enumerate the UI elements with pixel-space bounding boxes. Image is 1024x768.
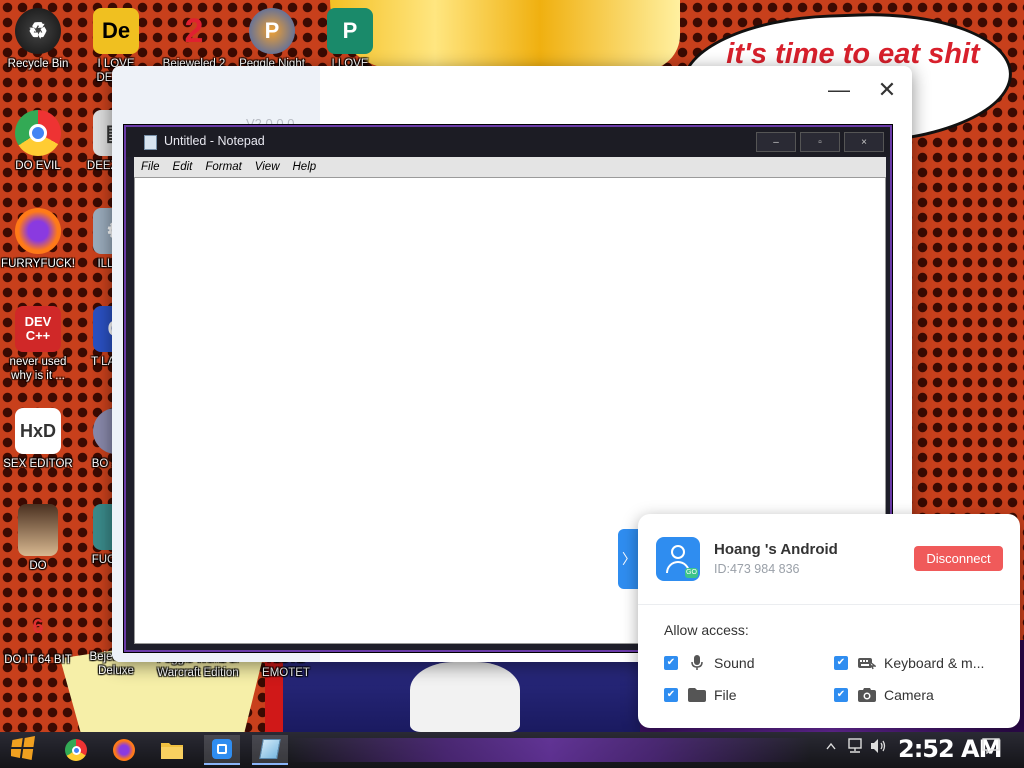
folder-icon [161,743,183,759]
desktop-icon-recycle-bin[interactable]: ♻ Recycle Bin [0,8,76,71]
start-button[interactable] [8,736,40,764]
show-hidden-icons-button[interactable] [826,738,836,753]
notepad-title: Untitled - Notepad [164,134,265,148]
notepad-icon [259,739,281,759]
permission-keyboard[interactable]: ✔ Keyboard & m... [834,655,984,671]
checkbox-camera[interactable]: ✔ [834,688,848,702]
volume-button[interactable] [870,738,888,757]
device-badge: GO [685,568,698,578]
taskbar: 2:52 AM [0,732,1024,768]
desktop-icon-hxd[interactable]: HxD SEX EDITOR [0,408,76,471]
app-minimize-button[interactable]: — [824,77,854,102]
permission-label: Sound [714,655,755,671]
desktop-icon-bejeweled2[interactable]: 2 Bejeweled 2 [156,8,232,71]
notepad-menubar: File Edit Format View Help [134,157,886,177]
notepad-minimize-button[interactable]: – [756,132,796,152]
chevron-up-icon [826,742,836,750]
notification-icon [982,738,1000,755]
desktop-icon-portrait[interactable]: DO [0,504,76,573]
permission-label: File [714,687,737,703]
taskbar-decoration [290,738,810,762]
avatar: GO [656,537,700,581]
checkbox-sound[interactable]: ✔ [664,656,678,670]
desktop-icon-64bit[interactable]: 6 DO IT 64 BIT [0,604,76,667]
speaker-icon [871,739,886,753]
allow-access-label: Allow access: [664,622,749,638]
desktop-icon-chrome[interactable]: DO EVIL [0,110,76,173]
keyboard-icon [858,655,876,671]
chrome-icon [65,739,87,761]
permission-label: Camera [884,687,934,703]
taskbar-notepad[interactable] [252,735,288,765]
menu-help[interactable]: Help [293,157,317,177]
taskbar-file-explorer[interactable] [154,735,190,765]
avatar-head [671,545,685,559]
bejeweled2-icon: 2 [184,11,204,50]
notepad-close-button[interactable]: × [844,132,884,152]
taskbar-chrome[interactable] [58,735,94,765]
start-icon [10,736,35,760]
devcpp-icon: DEV C++ [15,306,61,352]
notepad-maximize-button[interactable]: ▫ [800,132,840,152]
camera-icon [858,687,876,703]
checkbox-file[interactable]: ✔ [664,688,678,702]
panel-collapse-tab[interactable]: 〉 [618,529,640,589]
microphone-icon [688,655,706,671]
menu-format[interactable]: Format [205,157,241,177]
desktop-icon-devcpp[interactable]: DEV C++ never used why is it ... [0,306,76,383]
recycle-bin-icon: ♻ [15,8,61,54]
app-close-button[interactable]: ✕ [872,77,902,102]
panel-divider [638,604,1020,605]
sixty-four-icon: 6 [32,615,44,638]
portrait-icon [18,504,58,556]
taskbar-firefox[interactable] [106,735,142,765]
menu-edit[interactable]: Edit [173,157,193,177]
detective-app-icon: De [93,8,139,54]
chrome-icon [15,110,61,156]
publisher-icon: P [327,8,373,54]
taskbar-remote-app[interactable] [204,735,240,765]
network-icon [848,738,862,753]
firefox-icon [15,208,61,254]
remote-app-icon [212,739,232,759]
network-button[interactable] [846,738,864,757]
notification-button[interactable] [982,738,1000,757]
permission-file[interactable]: ✔ File [664,687,737,703]
disconnect-button[interactable]: Disconnect [914,546,1003,571]
peggle-icon: P [249,8,295,54]
desktop-icon-peggle[interactable]: P Peggle Night [234,8,310,71]
checkbox-keyboard[interactable]: ✔ [834,656,848,670]
remote-connection-panel: GO Hoang 's Android ID:473 984 836 Disco… [638,514,1020,728]
hxd-icon: HxD [15,408,61,454]
wallpaper-white-figure [410,662,520,732]
notepad-titlebar[interactable]: Untitled - Notepad – ▫ × [126,127,890,157]
menu-file[interactable]: File [141,157,160,177]
device-id: ID:473 984 836 [714,562,800,576]
notepad-icon [144,135,157,150]
permission-label: Keyboard & m... [884,655,985,671]
menu-view[interactable]: View [255,157,280,177]
device-name: Hoang 's Android [714,541,838,558]
desktop-icon-firefox[interactable]: FURRYFUCK! [0,208,76,271]
firefox-icon [113,739,135,761]
desktop-icon-publisher[interactable]: P I LOVE [312,8,388,71]
folder-icon [688,687,706,703]
permission-sound[interactable]: ✔ Sound [664,655,754,671]
permission-camera[interactable]: ✔ Camera [834,687,934,703]
